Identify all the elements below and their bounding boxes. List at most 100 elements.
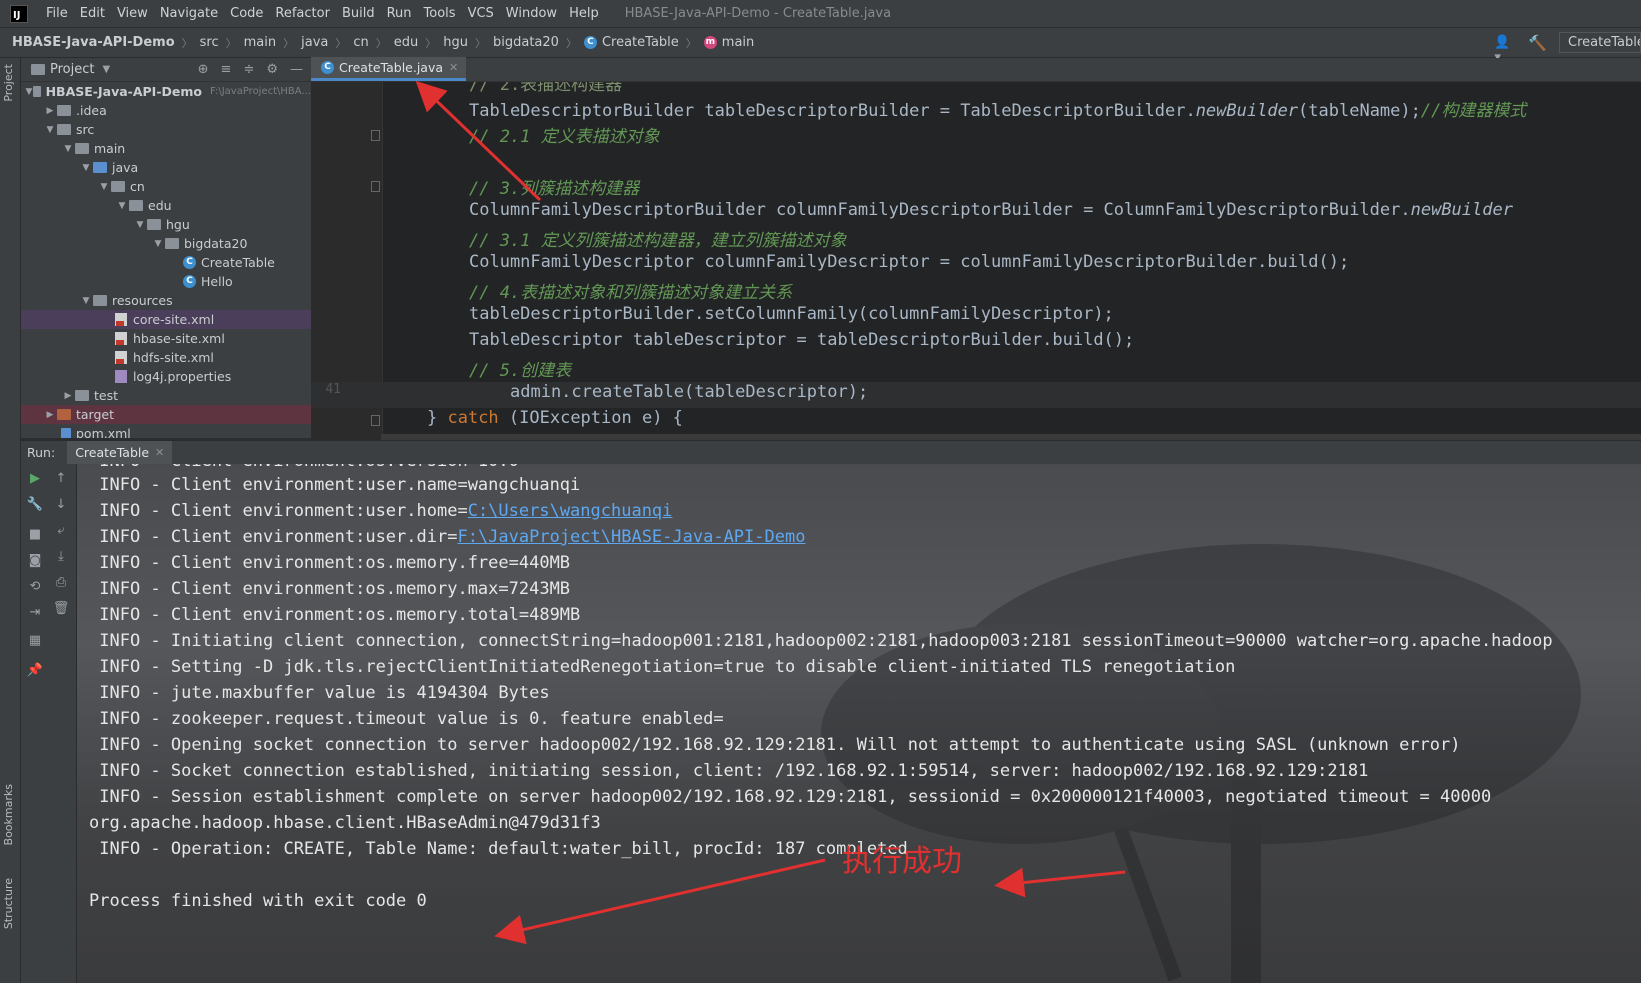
chevron-down-icon[interactable]: ▼	[43, 125, 57, 135]
tree-item-main[interactable]: ▼ main	[21, 139, 311, 158]
tree-item-createtable[interactable]: C CreateTable	[21, 253, 311, 272]
tree-item-edu[interactable]: ▼ edu	[21, 196, 311, 215]
print-icon[interactable]: ⎙	[52, 574, 70, 592]
breadcrumb-hgu[interactable]: hgu	[443, 35, 468, 50]
console-path-link[interactable]: F:\JavaProject\HBASE-Java-API-Demo	[457, 527, 805, 547]
gear-icon[interactable]: ⚙	[266, 62, 278, 77]
chevron-right-icon[interactable]: ▶	[43, 410, 57, 420]
menu-file[interactable]: File	[40, 0, 74, 28]
console-line: org.apache.hadoop.hbase.client.HBaseAdmi…	[89, 813, 601, 833]
chevron-down-icon[interactable]: ▼	[25, 87, 33, 97]
close-icon[interactable]: ✕	[449, 61, 458, 74]
collapse-all-icon[interactable]: ≑	[243, 62, 254, 77]
tree-item-idea[interactable]: ▶ .idea	[21, 101, 311, 120]
breadcrumb-edu[interactable]: edu	[394, 35, 419, 50]
chevron-down-icon[interactable]: ▼	[115, 201, 129, 211]
close-icon[interactable]: ✕	[155, 446, 164, 459]
menu-build[interactable]: Build	[336, 0, 381, 28]
trash-icon[interactable]: 🗑	[52, 600, 70, 618]
code-comment: // 2.1 定义表描述对象	[469, 127, 660, 147]
fold-marker-icon[interactable]	[371, 130, 380, 141]
tree-item-project-root[interactable]: ▼ HBASE-Java-API-Demo F:\JavaProject\HBA..…	[21, 82, 311, 101]
chevron-down-icon[interactable]: ▼	[61, 144, 75, 154]
restore-layout-icon[interactable]: ⟲	[26, 578, 44, 596]
project-panel-title[interactable]: Project	[50, 62, 94, 77]
chevron-right-icon[interactable]: ▶	[61, 391, 75, 401]
tree-item-pom[interactable]: pom.xml	[21, 424, 311, 438]
breadcrumb-java[interactable]: java	[301, 35, 328, 50]
fold-marker-icon[interactable]	[371, 415, 380, 426]
menu-edit[interactable]: Edit	[74, 0, 111, 28]
chevron-down-icon[interactable]: ▼	[79, 296, 93, 306]
code-text: ColumnFamilyDescriptorBuilder columnFami…	[469, 200, 1411, 220]
breadcrumb-src[interactable]: src	[200, 35, 219, 50]
code-editor[interactable]: // 2.表描述构建器 TableDescriptorBuilder table…	[311, 82, 1641, 440]
chevron-down-icon[interactable]: ▼	[79, 163, 93, 173]
tree-item-cn[interactable]: ▼ cn	[21, 177, 311, 196]
menu-code[interactable]: Code	[224, 0, 269, 28]
fold-marker-icon[interactable]	[371, 181, 380, 192]
tool-window-structure-tab[interactable]: Structure	[2, 878, 15, 929]
stop-icon[interactable]: ■	[26, 526, 44, 544]
tree-item-target[interactable]: ▶ target	[21, 405, 311, 424]
code-comment: //构建器模式	[1420, 101, 1527, 121]
expand-all-icon[interactable]: ≡	[221, 62, 232, 77]
breadcrumb-project[interactable]: HBASE-Java-API-Demo	[12, 35, 175, 50]
code-line: // 4.表描述对象和列簇描述对象建立关系	[469, 278, 792, 304]
chevron-right-icon[interactable]: ▶	[43, 106, 57, 116]
tree-item-log4j[interactable]: log4j.properties	[21, 367, 311, 386]
menu-vcs[interactable]: VCS	[462, 0, 500, 28]
user-account-icon[interactable]: 👤▾	[1494, 35, 1516, 65]
locate-icon[interactable]: ⊕	[198, 62, 209, 77]
layout-icon[interactable]: ▦	[26, 632, 44, 650]
soft-wrap-icon[interactable]: ⤶	[52, 522, 70, 540]
run-configuration-select[interactable]: CreateTable	[1559, 32, 1641, 53]
console-path-link[interactable]: C:\Users\wangchuanqi	[468, 501, 673, 521]
tree-item-test[interactable]: ▶ test	[21, 386, 311, 405]
menu-view[interactable]: View	[111, 0, 154, 28]
breadcrumb-bigdata20[interactable]: bigdata20	[493, 35, 559, 50]
menu-tools[interactable]: Tools	[418, 0, 462, 28]
excluded-folder-icon	[57, 409, 71, 420]
chevron-down-icon[interactable]: ▼	[133, 220, 147, 230]
camera-icon[interactable]: ◙	[26, 552, 44, 570]
breadcrumb-class[interactable]: C CreateTable	[583, 35, 679, 50]
tree-item-core-site[interactable]: core-site.xml	[21, 310, 311, 329]
exit-icon[interactable]: ⇥	[26, 604, 44, 622]
chevron-down-icon[interactable]: ▼	[102, 64, 110, 75]
menu-navigate[interactable]: Navigate	[154, 0, 224, 28]
run-console-output[interactable]: INFO - Client environment:os.version=10.…	[77, 464, 1641, 983]
menu-window[interactable]: Window	[500, 0, 563, 28]
breadcrumb-cn[interactable]: cn	[353, 35, 368, 50]
tree-item-src[interactable]: ▼ src	[21, 120, 311, 139]
rerun-icon[interactable]: ▶	[26, 470, 44, 488]
tree-item-resources[interactable]: ▼ resources	[21, 291, 311, 310]
run-tab-createtable[interactable]: CreateTable ✕	[67, 440, 173, 465]
chevron-down-icon[interactable]: ▼	[151, 239, 165, 249]
menu-help[interactable]: Help	[563, 0, 605, 28]
tab-createtable-java[interactable]: C CreateTable.java ✕	[311, 57, 467, 81]
chevron-down-icon[interactable]: ▼	[97, 182, 111, 192]
arrow-down-icon[interactable]: ↓	[52, 496, 70, 514]
success-annotation: 执行成功	[842, 844, 962, 879]
breadcrumb-main[interactable]: main	[244, 35, 276, 50]
tool-window-project-tab[interactable]: Project	[2, 64, 15, 102]
arrow-up-icon[interactable]: ↑	[52, 470, 70, 488]
tree-item-label: hbase-site.xml	[133, 331, 225, 346]
tree-item-java[interactable]: ▼ java	[21, 158, 311, 177]
scroll-to-end-icon[interactable]: ⤓	[52, 548, 70, 566]
wrench-icon[interactable]: 🔧	[26, 496, 44, 514]
tree-item-hello[interactable]: C Hello	[21, 272, 311, 291]
tree-item-hdfs-site[interactable]: hdfs-site.xml	[21, 348, 311, 367]
tool-window-bookmarks-tab[interactable]: Bookmarks	[2, 784, 15, 845]
menu-refactor[interactable]: Refactor	[269, 0, 336, 28]
pin-icon[interactable]: 📌	[26, 662, 44, 680]
minimize-icon[interactable]: —	[290, 62, 303, 77]
menu-run[interactable]: Run	[381, 0, 418, 28]
tree-item-hbase-site[interactable]: hbase-site.xml	[21, 329, 311, 348]
tree-item-bigdata20[interactable]: ▼ bigdata20	[21, 234, 311, 253]
tree-item-hgu[interactable]: ▼ hgu	[21, 215, 311, 234]
console-line: INFO - Socket connection established, in…	[89, 761, 1369, 781]
build-hammer-icon[interactable]: 🔨	[1528, 34, 1547, 52]
breadcrumb-method[interactable]: m main	[703, 35, 754, 50]
